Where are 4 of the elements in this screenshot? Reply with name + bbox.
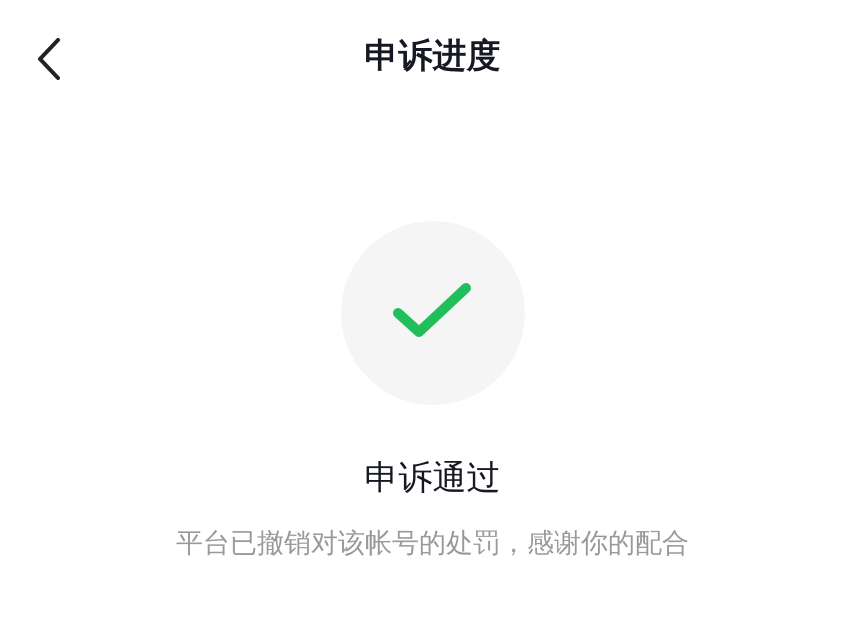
result-message: 平台已撤销对该帐号的处罚，感谢你的配合 bbox=[176, 527, 689, 561]
result-title: 申诉通过 bbox=[364, 457, 500, 500]
back-icon bbox=[36, 37, 62, 81]
page-title: 申诉进度 bbox=[364, 35, 500, 78]
